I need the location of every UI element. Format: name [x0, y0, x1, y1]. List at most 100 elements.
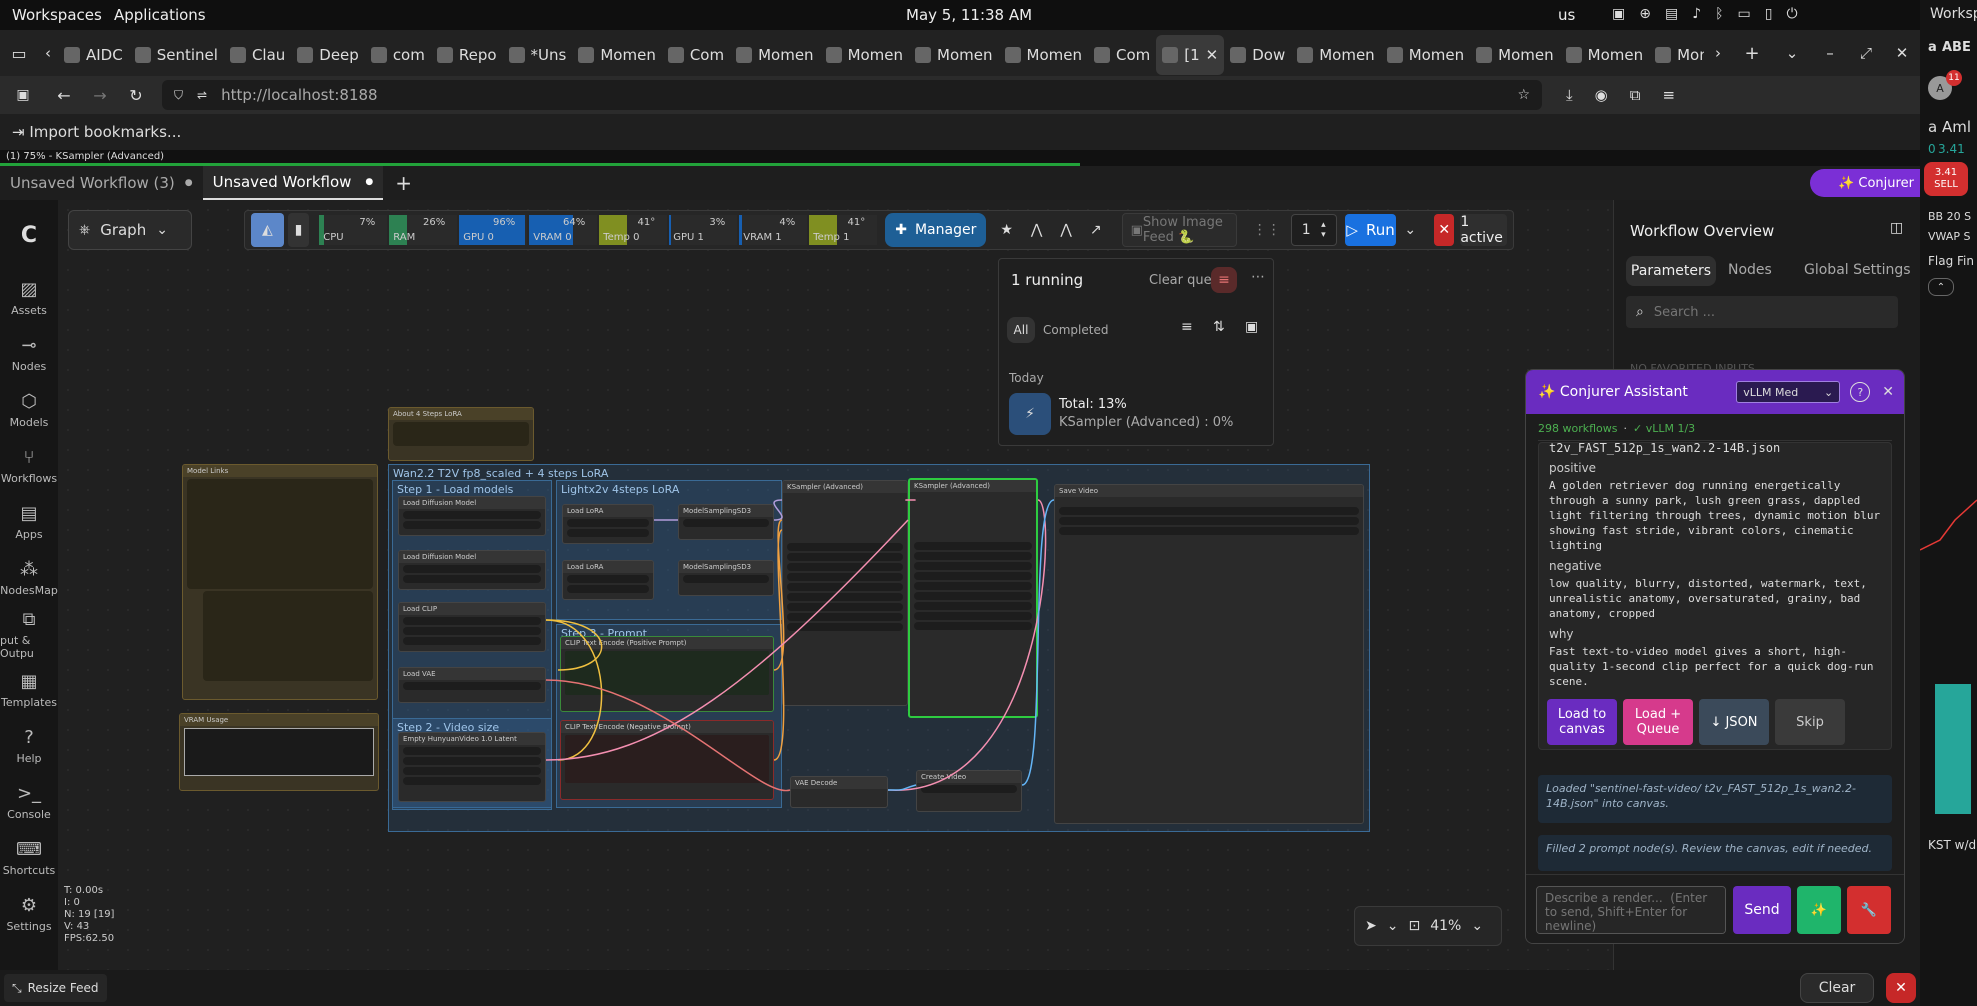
sidebar-item-nodesmap[interactable]: ⁂ NodesMap [0, 550, 58, 606]
browser-tab[interactable]: Momen [1560, 35, 1649, 75]
page-info-icon[interactable]: ⇌ [197, 88, 207, 102]
close-tab-icon[interactable]: ✕ [1206, 46, 1219, 64]
browser-tab[interactable]: [1 ✕ [1156, 34, 1225, 75]
browser-tab[interactable]: Momen [909, 35, 998, 75]
collapse-icon[interactable]: ⌃ [1928, 278, 1954, 296]
browser-tab[interactable]: com [365, 35, 431, 75]
skip-button[interactable]: Skip [1775, 699, 1845, 745]
sidebar-item-assets[interactable]: ▨ Assets [0, 270, 58, 326]
tray-app-icon[interactable]: ▣ [1612, 6, 1625, 22]
tools-button[interactable]: 🔧 [1847, 886, 1891, 934]
new-workflow-tab-icon[interactable]: + [395, 171, 412, 195]
import-bookmarks-link[interactable]: ⇥ Import bookmarks... [12, 123, 181, 141]
model-select[interactable]: vLLM Med ⌄ [1736, 381, 1841, 403]
browser-tab[interactable]: Repo [431, 35, 503, 75]
load-to-canvas-button[interactable]: Load to canvas [1547, 699, 1617, 745]
magic-button[interactable]: ✨ [1797, 886, 1841, 934]
browser-tab[interactable]: Deep [291, 35, 365, 75]
sidebar-item-shortcuts[interactable]: ⌨ Shortcuts [0, 830, 58, 886]
forward-icon[interactable]: → [82, 86, 118, 105]
panel-toggle-icon[interactable]: ◫ [1890, 220, 1903, 236]
sidebar-item-put-outpu[interactable]: ⧉ put & Outpu [0, 606, 58, 662]
browser-tab[interactable]: Momen [1470, 35, 1559, 75]
tab-global-settings[interactable]: Global Settings [1804, 262, 1911, 278]
applications-menu[interactable]: Applications [114, 6, 206, 24]
workflow-tab-1[interactable]: Unsaved Workflow (3) ● [0, 166, 203, 200]
browser-tab[interactable]: Momen [820, 35, 909, 75]
browser-tab[interactable]: Momen [730, 35, 819, 75]
shield-icon[interactable]: ⛉ [174, 88, 183, 103]
close-window-icon[interactable]: ✕ [1884, 44, 1920, 62]
bookmark-star-icon[interactable]: ☆ [1517, 87, 1530, 103]
browser-tab[interactable]: Com [1088, 35, 1156, 75]
new-tab-icon[interactable]: + [1732, 43, 1772, 64]
prompt-input[interactable] [1536, 886, 1726, 934]
graph-canvas[interactable]: ⎈ Graph ⌄ ◭ ▮ 7% CPU 26% RAM 96% GPU 0 64% VRAM… [58, 200, 1613, 970]
tabs-scroll-left-icon[interactable]: ‹ [38, 44, 58, 62]
browser-tab[interactable]: Momen [1381, 35, 1470, 75]
sidebar-item-console[interactable]: >_ Console [0, 774, 58, 830]
sidebar-item-nodes[interactable]: ⊸ Nodes [0, 326, 58, 382]
browser-tab[interactable]: *Uns [503, 35, 573, 75]
comfy-logo[interactable]: C [0, 200, 58, 270]
pointer-icon[interactable]: ➤ [1365, 918, 1377, 934]
browser-tab[interactable]: AIDC [58, 35, 129, 75]
reload-icon[interactable]: ↻ [118, 86, 154, 105]
sidebar-item-models[interactable]: ⬡ Models [0, 382, 58, 438]
sidebar-item-settings[interactable]: ⚙ Settings [0, 886, 58, 942]
clear-button[interactable]: Clear [1800, 973, 1874, 1003]
browser-tab[interactable]: Sentinel [129, 35, 224, 75]
bluetooth-icon[interactable]: ᛒ [1715, 6, 1723, 22]
downloads-icon[interactable]: ⤓ [1566, 86, 1573, 104]
close-feed-button[interactable]: ✕ [1886, 973, 1916, 1003]
browser-tab[interactable]: Momen [999, 35, 1088, 75]
send-button[interactable]: Send [1733, 886, 1791, 934]
search-input[interactable] [1653, 304, 1874, 320]
accessibility-icon[interactable]: ⊕ [1639, 6, 1651, 22]
overview-search[interactable]: ⌕ [1626, 296, 1898, 328]
workspaces-menu[interactable]: Workspaces [12, 6, 102, 24]
tab-list-icon[interactable]: ⌄ [1772, 44, 1812, 62]
sidebar-item-help[interactable]: ? Help [0, 718, 58, 774]
volume-icon[interactable]: ♪ [1692, 6, 1701, 22]
sidebar-item-workflows[interactable]: ⑂ Workflows [0, 438, 58, 494]
network-icon[interactable]: ▤ [1665, 6, 1678, 22]
back-icon[interactable]: ← [46, 86, 82, 105]
browser-tab[interactable]: Com [662, 35, 730, 75]
menu-icon[interactable]: ≡ [1662, 86, 1675, 104]
fit-view-icon[interactable]: ⊡ [1408, 918, 1420, 934]
account-icon[interactable]: ◉ [1595, 86, 1608, 104]
close-icon[interactable]: ✕ [1882, 384, 1894, 400]
zoom-level[interactable]: 41% [1430, 918, 1461, 934]
resize-feed-button[interactable]: ⤡ Resize Feed [4, 974, 107, 1002]
sidebar-icon[interactable]: ▣ [0, 87, 46, 103]
chevron-down-icon[interactable]: ⌄ [1471, 918, 1483, 934]
battery-icon[interactable]: ▯ [1765, 6, 1773, 22]
tab-nodes[interactable]: Nodes [1728, 262, 1772, 278]
download-json-button[interactable]: ↓ JSON [1699, 699, 1769, 745]
browser-tab[interactable]: Momen [1649, 35, 1704, 75]
browser-tab[interactable]: Dow [1224, 35, 1291, 75]
load-queue-button[interactable]: Load + Queue [1623, 699, 1693, 745]
display-icon[interactable]: ▭ [1738, 6, 1751, 22]
minimize-icon[interactable]: – [1812, 44, 1848, 62]
browser-tab[interactable]: Momen [572, 35, 661, 75]
sell-button[interactable]: 3.41 SELL [1924, 162, 1968, 196]
maximize-icon[interactable]: ⤢ [1848, 44, 1884, 62]
sidebar-item-templates[interactable]: ▦ Templates [0, 662, 58, 718]
chevron-down-icon[interactable]: ⌄ [1387, 918, 1399, 934]
tab-parameters[interactable]: Parameters [1626, 256, 1716, 286]
address-bar[interactable]: ⛉ ⇌ http://localhost:8188 ☆ [162, 80, 1542, 110]
sidebar-item-apps[interactable]: ▤ Apps [0, 494, 58, 550]
help-icon[interactable]: ? [1850, 382, 1871, 402]
extensions-icon[interactable]: ⧉ [1630, 86, 1641, 104]
workflow-tab-2[interactable]: Unsaved Workflow ● [202, 166, 384, 200]
tabs-scroll-right-icon[interactable]: › [1704, 44, 1732, 62]
clock[interactable]: May 5, 11:38 AM [906, 6, 1032, 24]
sidebar-toggle-icon[interactable]: ▭ [0, 44, 38, 63]
browser-tab[interactable]: Momen [1291, 35, 1380, 75]
keyboard-layout[interactable]: us [1558, 6, 1575, 24]
url-text[interactable]: http://localhost:8188 [221, 86, 1503, 104]
browser-tab[interactable]: Clau [224, 35, 291, 75]
power-icon[interactable]: ⏻ [1787, 6, 1798, 22]
